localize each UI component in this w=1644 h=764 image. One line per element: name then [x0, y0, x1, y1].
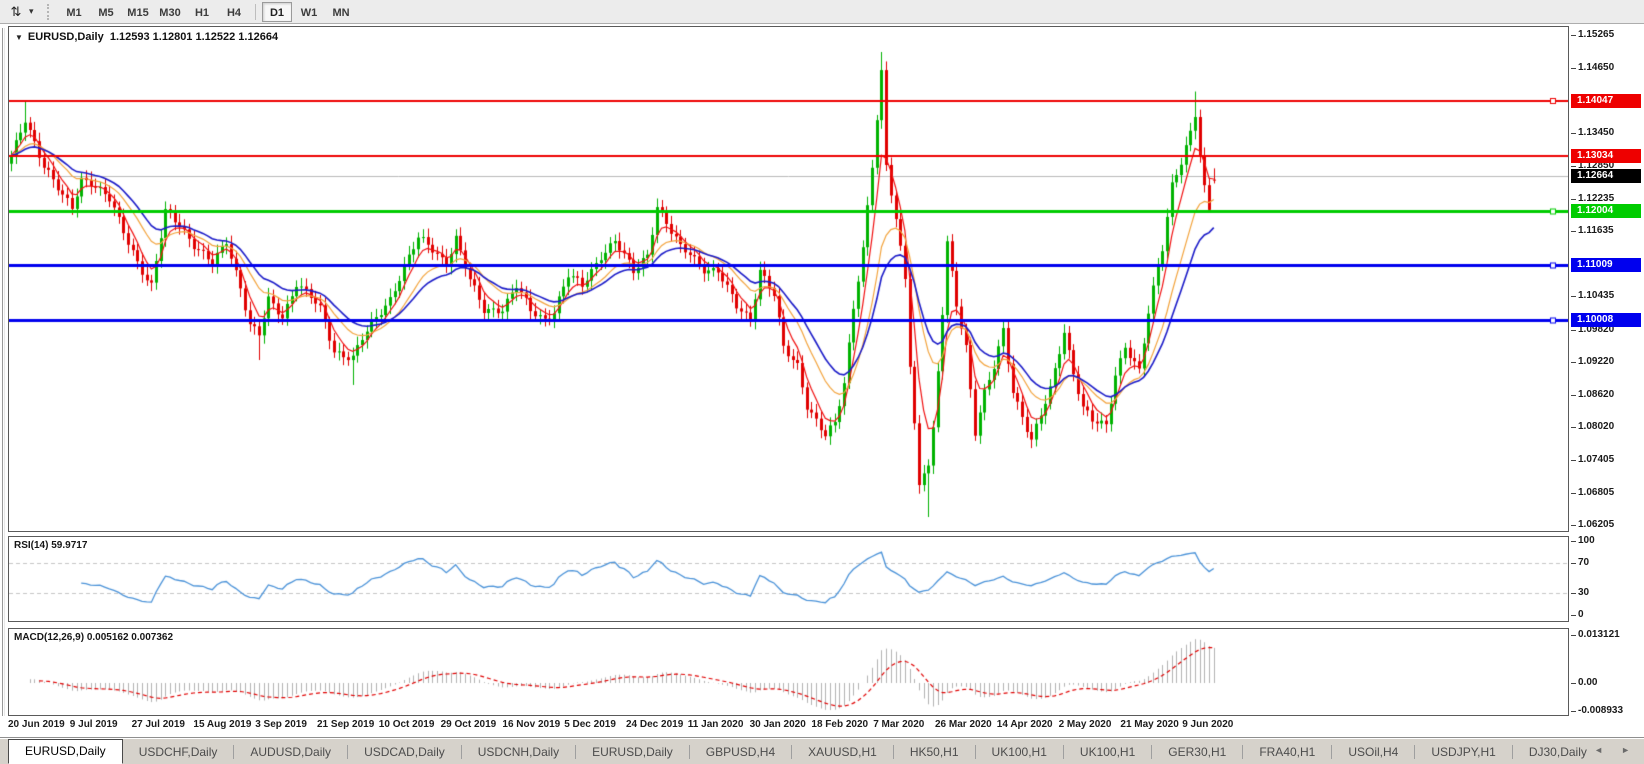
- arrow-left-icon[interactable]: ◄: [1594, 745, 1603, 755]
- chart-tab-gbpusd-h4[interactable]: GBPUSD,H4: [690, 742, 791, 764]
- date-tick: 21 Sep 2019: [317, 719, 375, 730]
- price-tick: 1.11635: [1571, 225, 1614, 237]
- macd-tick: -0.008933: [1570, 705, 1624, 716]
- window-frame-left: [2, 28, 5, 734]
- macd-canvas[interactable]: [9, 629, 1568, 715]
- arrow-right-icon[interactable]: ►: [1621, 745, 1630, 755]
- rsi-canvas[interactable]: [9, 537, 1568, 621]
- price-tick: 1.15265: [1570, 28, 1615, 40]
- date-tick: 27 Jul 2019: [131, 719, 185, 730]
- price-tick: 1.14650: [1570, 62, 1615, 74]
- timeframe-button-m1[interactable]: M1: [59, 2, 89, 22]
- date-tick: 9 Jul 2019: [69, 719, 118, 730]
- date-tick: 29 Oct 2019: [440, 719, 497, 730]
- chart-symbol: EURUSD,Daily: [27, 31, 104, 43]
- timeframe-button-m30[interactable]: M30: [155, 2, 185, 22]
- date-tick: 3 Sep 2019: [255, 719, 307, 730]
- chart-tab-bar: EURUSD,Daily USDCHF,Daily AUDUSD,Daily USDC…: [0, 739, 1644, 764]
- timeframe-button-w1[interactable]: W1: [294, 2, 324, 22]
- price-axis: 1.15265 1.14650 1.13450 1.12850 1.12235 1.116…: [1569, 26, 1644, 718]
- date-tick: 7 Mar 2020: [873, 719, 925, 730]
- price-chart-canvas[interactable]: [9, 27, 1568, 531]
- price-level-tag: 1.14047: [1571, 93, 1641, 108]
- toolbar-grip: [47, 3, 52, 20]
- date-tick: 9 Jun 2020: [1182, 719, 1234, 730]
- timeframe-button-d1[interactable]: D1: [262, 1, 292, 22]
- price-chart-panel: ▼ EURUSD,Daily 1.12593 1.12801 1.12522 1.…: [8, 26, 1569, 532]
- mt4-application: ⇅ ▾ M1 M5 M15 M30 H1 H4 D1 W1 MN ▼ EURUSD,Daily 1…: [0, 0, 1644, 764]
- macd-label: MACD(12,26,9) 0.005162 0.007362: [14, 632, 174, 643]
- price-level-tag: 1.11009: [1571, 258, 1641, 273]
- chart-tab-uk100-h1[interactable]: UK100,H1: [1064, 742, 1151, 764]
- rsi-label: RSI(14) 59.9717: [14, 540, 88, 551]
- timeframe-button-h1[interactable]: H1: [187, 2, 217, 22]
- price-tick: 1.13450: [1570, 127, 1615, 139]
- chart-tab-audusd-daily[interactable]: AUDUSD,Daily: [234, 742, 347, 764]
- rsi-tick: 100: [1571, 535, 1595, 546]
- date-tick: 30 Jan 2020: [749, 719, 806, 730]
- date-tick: 5 Dec 2019: [564, 719, 616, 730]
- date-tick: 16 Nov 2019: [502, 719, 561, 730]
- chart-tab-uk100-h1[interactable]: UK100,H1: [976, 742, 1063, 764]
- rsi-tick: 70: [1570, 557, 1590, 569]
- rsi-panel: RSI(14) 59.9717: [8, 536, 1569, 622]
- date-tick: 11 Jan 2020: [687, 719, 744, 730]
- rsi-tick: 30: [1570, 586, 1590, 598]
- macd-tick: 0.013121: [1571, 628, 1620, 640]
- price-level-tag: 1.10008: [1571, 312, 1641, 327]
- price-level-tag: 1.12004: [1571, 204, 1641, 219]
- chart-tab-usoil-h4[interactable]: USOil,H4: [1332, 742, 1414, 764]
- price-tick: 1.06205: [1570, 519, 1615, 531]
- price-level-tag: 1.13034: [1571, 148, 1641, 163]
- tab-scroll-buttons: ◄ ►: [1594, 745, 1630, 755]
- chart-tab-usdcad-daily[interactable]: USDCAD,Daily: [348, 742, 461, 764]
- rsi-tick: 0: [1571, 609, 1584, 620]
- chart-tab-usdjpy-h1[interactable]: USDJPY,H1: [1415, 742, 1511, 764]
- date-tick: 10 Oct 2019: [378, 719, 435, 730]
- chart-tab-dj30-daily[interactable]: DJ30,Daily: [1513, 742, 1603, 764]
- price-tick: 1.07405: [1570, 454, 1615, 466]
- price-tick: 1.09220: [1570, 356, 1615, 368]
- timeframe-button-h4[interactable]: H4: [219, 2, 249, 22]
- date-tick: 18 Feb 2020: [811, 719, 869, 730]
- date-tick: 21 May 2020: [1120, 719, 1179, 730]
- price-level-tag: 1.12664: [1571, 168, 1641, 183]
- price-tick: 1.12235: [1570, 192, 1615, 204]
- chart-title: ▼ EURUSD,Daily 1.12593 1.12801 1.12522 1.…: [15, 31, 278, 43]
- macd-tick: 0.00: [1570, 677, 1598, 688]
- timeframe-button-m5[interactable]: M5: [91, 2, 121, 22]
- date-tick: 2 May 2020: [1058, 719, 1112, 730]
- chart-tab-usdchf-daily[interactable]: USDCHF,Daily: [123, 742, 234, 764]
- triangle-down-icon[interactable]: ▼: [15, 33, 23, 42]
- macd-value: 0.005162 0.007362: [86, 632, 174, 643]
- chart-tab-hk50-h1[interactable]: HK50,H1: [894, 742, 975, 764]
- chart-ohlc: 1.12593 1.12801 1.12522 1.12664: [109, 31, 279, 43]
- charts-shift-icon[interactable]: ⇅: [3, 2, 29, 22]
- chart-tab-xauusd-h1[interactable]: XAUUSD,H1: [792, 742, 893, 764]
- chart-tab-ger30-h1[interactable]: GER30,H1: [1152, 742, 1242, 764]
- date-tick: 24 Dec 2019: [626, 719, 684, 730]
- date-tick: 20 Jun 2019: [8, 719, 65, 730]
- date-tick: 15 Aug 2019: [193, 719, 252, 730]
- chart-tab-usdcnh-daily[interactable]: USDCNH,Daily: [462, 742, 575, 764]
- date-axis: 20 Jun 2019 9 Jul 2019 27 Jul 2019 15 Aug 2…: [0, 716, 1644, 736]
- timeframe-toolbar: ⇅ ▾ M1 M5 M15 M30 H1 H4 D1 W1 MN: [0, 0, 1644, 24]
- panel-splitter[interactable]: [8, 622, 1569, 626]
- chart-tab-eurusd-daily[interactable]: EURUSD,Daily: [8, 739, 123, 764]
- timeframe-button-m15[interactable]: M15: [123, 2, 153, 22]
- date-tick: 14 Apr 2020: [996, 719, 1053, 730]
- price-tick: 1.10435: [1570, 290, 1615, 302]
- date-tick: 26 Mar 2020: [935, 719, 992, 730]
- price-tick: 1.08620: [1570, 388, 1615, 400]
- timeframe-button-mn[interactable]: MN: [326, 2, 356, 22]
- rsi-value: 59.9717: [51, 540, 88, 551]
- chart-tab-eurusd-daily[interactable]: EURUSD,Daily: [576, 742, 689, 764]
- chevron-down-icon[interactable]: ▾: [29, 6, 41, 17]
- price-tick: 1.06805: [1570, 486, 1615, 498]
- macd-panel: MACD(12,26,9) 0.005162 0.007362: [8, 628, 1569, 716]
- toolbar-separator: [255, 3, 256, 20]
- price-tick: 1.08020: [1570, 421, 1615, 433]
- chart-tab-fra40-h1[interactable]: FRA40,H1: [1243, 742, 1331, 764]
